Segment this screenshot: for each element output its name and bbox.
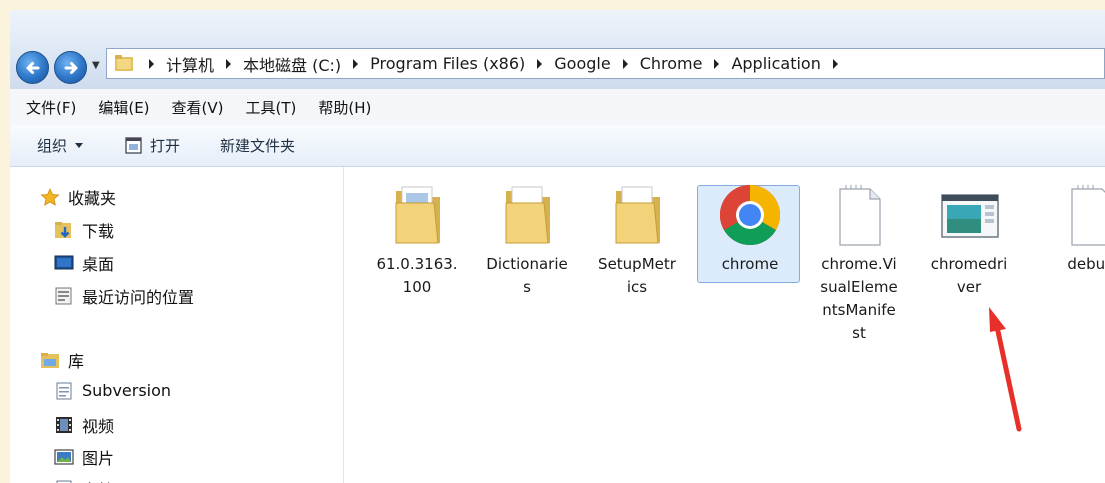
menu-tools[interactable]: 工具(T) — [246, 97, 297, 118]
menu-file[interactable]: 文件(F) — [26, 97, 76, 118]
breadcrumb-separator-icon[interactable] — [714, 58, 720, 69]
breadcrumb-separator-icon[interactable] — [832, 58, 838, 69]
menu-view[interactable]: 查看(V) — [172, 97, 224, 118]
breadcrumb-google[interactable]: Google — [554, 54, 610, 73]
new-folder-button[interactable]: 新建文件夹 — [220, 135, 295, 156]
file-list: 61.0.3163. 100 Dictionarie s SetupMetr i… — [344, 167, 1105, 483]
sidebar-item-downloads[interactable]: 下载 — [54, 218, 114, 242]
annotation-arrow-icon — [989, 307, 1022, 432]
organize-button[interactable]: 组织 — [37, 135, 84, 156]
sidebar-item-subversion[interactable]: Subversion — [54, 381, 171, 400]
breadcrumb-separator-icon[interactable] — [353, 58, 359, 69]
breadcrumb: 计算机 本地磁盘 (C:) Program Files (x86) Google… — [137, 49, 850, 78]
menu-bar: 文件(F) 编辑(E) 查看(V) 工具(T) 帮助(H) — [10, 89, 1105, 126]
address-bar-area: ▼ 计算机 本地磁盘 (C:) Program Files (x86) Goog… — [10, 10, 1105, 89]
sidebar-favorites[interactable]: 收藏夹 — [40, 185, 116, 209]
film-strip-icon — [56, 417, 72, 433]
sidebar-item-label: 文档 — [82, 477, 114, 483]
star-icon — [40, 188, 60, 206]
recent-pages-dropdown[interactable]: ▼ — [92, 60, 100, 71]
new-folder-label: 新建文件夹 — [220, 137, 296, 155]
breadcrumb-separator-icon[interactable] — [537, 58, 543, 69]
breadcrumb-program-files[interactable]: Program Files (x86) — [370, 54, 525, 73]
sidebar-item-documents[interactable]: 文档 — [54, 477, 114, 483]
back-arrow-icon — [26, 62, 40, 74]
sidebar-item-label: 视频 — [82, 417, 115, 436]
menu-edit[interactable]: 编辑(E) — [98, 97, 149, 118]
sidebar-libraries[interactable]: 库 — [40, 348, 84, 372]
breadcrumb-chrome[interactable]: Chrome — [640, 54, 703, 73]
breadcrumb-local-disk[interactable]: 本地磁盘 (C:) — [243, 52, 341, 76]
open-label: 打开 — [150, 137, 181, 155]
menu-help[interactable]: 帮助(H) — [318, 97, 371, 118]
breadcrumb-computer[interactable]: 计算机 — [166, 52, 214, 76]
back-button[interactable] — [16, 51, 49, 84]
chevron-down-icon — [75, 143, 84, 148]
sidebar-item-label: 图片 — [82, 449, 115, 468]
breadcrumb-separator-icon[interactable] — [226, 58, 232, 69]
recent-places-icon — [55, 287, 72, 305]
open-window-icon — [125, 137, 142, 154]
sidebar-item-desktop[interactable]: 桌面 — [54, 251, 114, 275]
desktop-icon — [54, 255, 74, 270]
organize-label: 组织 — [37, 137, 68, 155]
sidebar-item-videos[interactable]: 视频 — [54, 413, 114, 437]
sidebar-item-label: 最近访问的位置 — [82, 288, 195, 307]
address-field[interactable]: 计算机 本地磁盘 (C:) Program Files (x86) Google… — [106, 48, 1105, 79]
sidebar-item-label: Subversion — [82, 381, 172, 400]
breadcrumb-application[interactable]: Application — [731, 54, 820, 73]
sidebar-item-recent-places[interactable]: 最近访问的位置 — [54, 284, 194, 308]
breadcrumb-separator-icon[interactable] — [149, 58, 154, 69]
sidebar-item-label: 桌面 — [82, 255, 115, 274]
sidebar-item-pictures[interactable]: 图片 — [54, 445, 114, 469]
navigation-pane: 收藏夹 下载 桌面 最近访问的位置 库 Subversion 视频 图片 — [10, 167, 344, 483]
sidebar-item-label: 下载 — [82, 222, 115, 241]
sidebar-favorites-label: 收藏夹 — [68, 189, 117, 208]
forward-arrow-icon — [64, 62, 78, 74]
picture-icon — [54, 449, 74, 465]
downloads-folder-icon — [55, 222, 71, 238]
folder-icon — [115, 55, 133, 71]
explorer-window: ▼ 计算机 本地磁盘 (C:) Program Files (x86) Goog… — [10, 10, 1105, 483]
library-icon — [41, 353, 59, 368]
document-library-icon — [56, 382, 72, 399]
command-toolbar: 组织 打开 新建文件夹 — [10, 125, 1105, 167]
breadcrumb-separator-icon[interactable] — [622, 58, 628, 69]
open-button[interactable]: 打开 — [125, 135, 180, 156]
sidebar-libraries-label: 库 — [68, 352, 85, 371]
forward-button[interactable] — [54, 51, 87, 84]
